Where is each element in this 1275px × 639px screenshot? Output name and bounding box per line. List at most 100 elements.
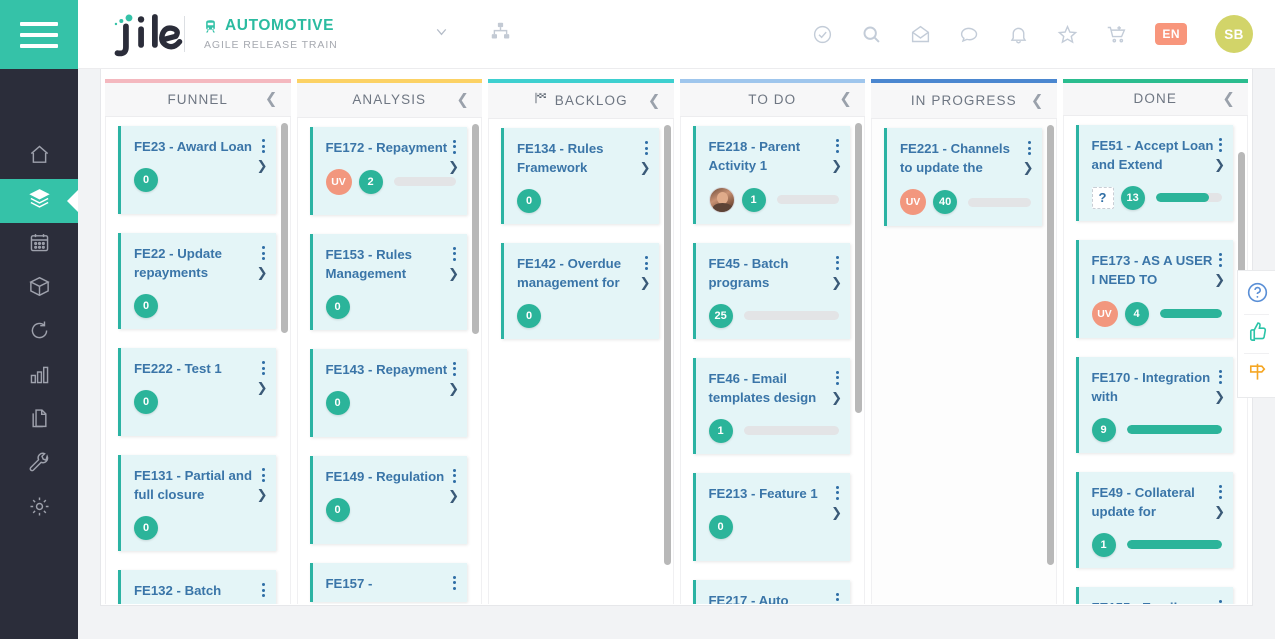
- bell-icon[interactable]: [1008, 24, 1029, 45]
- chevron-down-icon[interactable]: ❯: [257, 266, 268, 279]
- kebab-menu-icon[interactable]: [260, 137, 267, 155]
- guide-button[interactable]: [1238, 354, 1275, 392]
- kebab-menu-icon[interactable]: [1217, 136, 1224, 154]
- task-card[interactable]: FE222 - Test 1 ❯ 0: [118, 348, 276, 437]
- chevron-down-icon[interactable]: ❯: [831, 391, 842, 404]
- chevron-down-icon[interactable]: ❯: [640, 161, 651, 174]
- task-card[interactable]: FE157 -: [309, 562, 467, 602]
- task-card[interactable]: FE153 - Rules Management ❯ 0: [309, 233, 467, 330]
- task-card[interactable]: FE170 - Integration with ❯ 9: [1075, 356, 1233, 453]
- kebab-menu-icon[interactable]: [260, 244, 267, 262]
- sidebar-item-board[interactable]: [0, 179, 78, 223]
- task-card[interactable]: FE213 - Feature 1 ❯ 0: [692, 472, 850, 561]
- chevron-down-icon[interactable]: ❯: [448, 489, 459, 502]
- column-scrollbar[interactable]: [472, 123, 479, 334]
- chevron-down-icon[interactable]: ❯: [448, 267, 459, 280]
- task-card[interactable]: FE217 - Auto: [692, 579, 850, 604]
- kebab-menu-icon[interactable]: [451, 574, 458, 592]
- chat-icon[interactable]: [959, 24, 980, 45]
- kebab-menu-icon[interactable]: [451, 245, 458, 263]
- kebab-menu-icon[interactable]: [834, 254, 841, 272]
- chevron-down-icon[interactable]: ❯: [1214, 158, 1225, 171]
- task-card[interactable]: FE131 - Partial and full closure ❯ 0: [118, 455, 276, 552]
- chevron-down-icon[interactable]: ❯: [257, 488, 268, 501]
- task-card[interactable]: FE51 - Accept Loan and Extend ❯? 13: [1075, 124, 1233, 221]
- sidebar-item-home[interactable]: [0, 135, 78, 179]
- task-card[interactable]: FE134 - Rules Framework ❯ 0: [501, 128, 659, 224]
- check-circle-icon[interactable]: [812, 24, 833, 45]
- kebab-menu-icon[interactable]: [834, 591, 841, 604]
- chevron-down-icon[interactable]: ❯: [1214, 505, 1225, 518]
- task-card[interactable]: FE221 - Channels to update the ❯ UV 40: [884, 128, 1042, 226]
- org-chart-icon[interactable]: [490, 21, 511, 47]
- sidebar-item-releases[interactable]: [0, 267, 78, 311]
- cart-plus-icon[interactable]: [1106, 24, 1127, 45]
- task-card[interactable]: FE46 - Email templates design ❯ 1: [692, 357, 850, 454]
- chevron-down-icon[interactable]: ❯: [448, 160, 459, 173]
- kebab-menu-icon[interactable]: [643, 254, 650, 272]
- column-collapse-button[interactable]: ❮: [1031, 93, 1044, 108]
- kebab-menu-icon[interactable]: [451, 360, 458, 378]
- column-scrollbar[interactable]: [280, 123, 288, 334]
- column-collapse-button[interactable]: ❮: [648, 93, 661, 108]
- task-card[interactable]: FE173 - AS A USER I NEED TO ❯ UV 4: [1075, 239, 1233, 338]
- task-card[interactable]: FE45 - Batch programs ❯ 25: [692, 242, 850, 339]
- chevron-down-icon[interactable]: ❯: [257, 381, 268, 394]
- sidebar-item-tools[interactable]: [0, 443, 78, 487]
- task-card[interactable]: FE132 - Batch: [118, 570, 276, 604]
- assignee-avatar[interactable]: UV: [1091, 300, 1118, 327]
- column-scrollbar[interactable]: [855, 122, 862, 413]
- column-scrollbar[interactable]: [663, 125, 671, 565]
- task-card[interactable]: FE172 - Repayment ❯ UV 2: [309, 126, 467, 215]
- language-badge[interactable]: EN: [1155, 23, 1187, 45]
- kebab-menu-icon[interactable]: [260, 466, 267, 484]
- chevron-down-icon[interactable]: ❯: [1023, 161, 1034, 174]
- project-block[interactable]: AUTOMOTIVE AGILE RELEASE TRAIN: [203, 17, 338, 51]
- sidebar-item-documents[interactable]: [0, 399, 78, 443]
- help-button[interactable]: [1238, 276, 1275, 314]
- kebab-menu-icon[interactable]: [260, 581, 267, 599]
- chevron-down-icon[interactable]: ❯: [831, 276, 842, 289]
- chevron-down-icon[interactable]: ❯: [640, 276, 651, 289]
- star-icon[interactable]: [1057, 24, 1078, 45]
- mail-icon[interactable]: [910, 24, 931, 45]
- chevron-down-icon[interactable]: ❯: [448, 382, 459, 395]
- chevron-down-icon[interactable]: ❯: [831, 159, 842, 172]
- task-card[interactable]: FE23 - Award Loan ❯ 0: [118, 126, 276, 215]
- sidebar-item-calendar[interactable]: [0, 223, 78, 267]
- chevron-down-icon[interactable]: [433, 23, 450, 45]
- kebab-menu-icon[interactable]: [834, 137, 841, 155]
- feedback-button[interactable]: [1238, 315, 1275, 353]
- chevron-down-icon[interactable]: ❯: [257, 159, 268, 172]
- kebab-menu-icon[interactable]: [1026, 139, 1033, 157]
- column-scrollbar[interactable]: [1046, 125, 1054, 565]
- assignee-avatar[interactable]: [708, 186, 735, 213]
- column-collapse-button[interactable]: ❮: [265, 92, 278, 107]
- kebab-menu-icon[interactable]: [1217, 598, 1224, 604]
- kebab-menu-icon[interactable]: [1217, 483, 1224, 501]
- task-card[interactable]: FE49 - Collateral update for ❯ 1: [1075, 471, 1233, 568]
- task-card[interactable]: FE142 - Overdue management for ❯ 0: [501, 243, 659, 339]
- column-collapse-button[interactable]: ❮: [456, 92, 469, 107]
- task-card[interactable]: FE143 - Repayment ❯ 0: [309, 348, 467, 437]
- kebab-menu-icon[interactable]: [1217, 368, 1224, 386]
- kebab-menu-icon[interactable]: [451, 138, 458, 156]
- sidebar-item-iterations[interactable]: [0, 311, 78, 355]
- avatar[interactable]: SB: [1215, 15, 1253, 53]
- assignee-avatar[interactable]: UV: [900, 189, 926, 215]
- kebab-menu-icon[interactable]: [834, 369, 841, 387]
- search-icon[interactable]: [861, 24, 882, 45]
- kebab-menu-icon[interactable]: [834, 484, 841, 502]
- sidebar-item-settings[interactable]: [0, 487, 78, 531]
- kebab-menu-icon[interactable]: [1217, 251, 1224, 269]
- kebab-menu-icon[interactable]: [643, 139, 650, 157]
- chevron-down-icon[interactable]: ❯: [831, 506, 842, 519]
- column-collapse-button[interactable]: ❮: [1222, 91, 1235, 106]
- kebab-menu-icon[interactable]: [451, 467, 458, 485]
- chevron-down-icon[interactable]: ❯: [1214, 273, 1225, 286]
- task-card[interactable]: FE22 - Update repayments ❯ 0: [118, 233, 276, 330]
- hamburger-menu-button[interactable]: [0, 0, 78, 69]
- kebab-menu-icon[interactable]: [260, 359, 267, 377]
- chevron-down-icon[interactable]: ❯: [1214, 390, 1225, 403]
- assignee-avatar[interactable]: UV: [325, 168, 352, 195]
